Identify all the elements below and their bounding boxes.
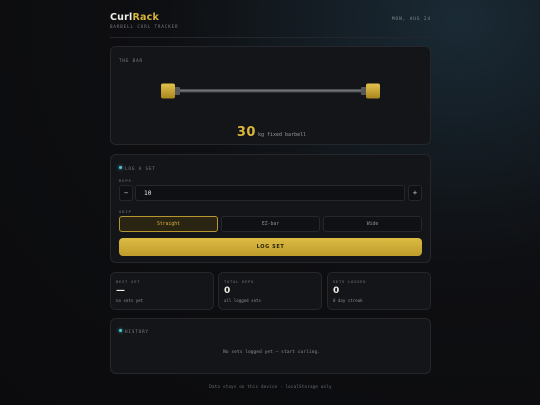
app-logo: CurlRack	[110, 12, 159, 23]
stat-best-set: BEST SET — no sets yet	[110, 272, 214, 310]
reps-increment-button[interactable]: +	[408, 185, 422, 201]
bar-shaft	[178, 89, 364, 93]
app-header: CurlRack BARBELL CURL TRACKER MON, AUG 2…	[110, 12, 431, 38]
stat-total-reps: TOTAL REPS 0 all logged sets	[218, 272, 322, 310]
current-date: MON, AUG 24	[392, 17, 431, 22]
history-empty-message: No sets logged yet — start curling.	[223, 350, 320, 355]
brand-rack: Rack	[132, 12, 159, 23]
section-dot-icon	[119, 166, 122, 169]
section-dot-icon	[119, 329, 122, 332]
stat-sets-logged: SETS LOGGED 0 0 day streak	[327, 272, 431, 310]
history-section-label: HISTORY	[125, 329, 149, 334]
right-plate	[366, 83, 380, 99]
stat-label: BEST SET	[116, 280, 141, 284]
stat-caption: 0 day streak	[333, 298, 363, 303]
stat-label: TOTAL REPS	[224, 280, 255, 284]
reps-decrement-button[interactable]: −	[119, 185, 133, 201]
history-card: HISTORY No sets logged yet — start curli…	[110, 318, 431, 374]
stat-label: SETS LOGGED	[333, 280, 367, 284]
grip-option-wide[interactable]: Wide	[323, 216, 422, 232]
stat-value: —	[116, 286, 125, 296]
log-section-label: LOG A SET	[125, 166, 156, 171]
brand-curl: Curl	[110, 12, 133, 23]
stat-caption: all logged sets	[224, 298, 261, 303]
grip-label: GRIP	[119, 209, 132, 214]
app-subtitle: BARBELL CURL TRACKER	[110, 24, 179, 29]
grip-option-straight[interactable]: Straight	[119, 216, 218, 232]
log-set-button[interactable]: LOG SET	[119, 238, 422, 256]
weight-value: 30	[236, 125, 256, 140]
reps-input[interactable]	[135, 185, 405, 201]
stat-value: 0	[333, 286, 340, 296]
grip-option-ez-bar[interactable]: EZ-bar	[221, 216, 320, 232]
app-container: CurlRack BARBELL CURL TRACKER MON, AUG 2…	[110, 0, 431, 405]
stat-caption: no sets yet	[116, 298, 144, 303]
reps-label: REPS	[119, 178, 132, 183]
weight-unit: kg fixed barbell	[257, 132, 307, 138]
footer-note: Data stays on this device · localStorage…	[209, 384, 332, 389]
barbell-card: THE BAR 30 kg fixed barbell	[110, 46, 431, 145]
left-plate	[161, 83, 175, 99]
stat-value: 0	[224, 286, 231, 296]
log-set-card: LOG A SET REPS − + GRIP Straight EZ-bar …	[110, 154, 431, 263]
weight-readout: 30 kg fixed barbell	[111, 121, 432, 140]
